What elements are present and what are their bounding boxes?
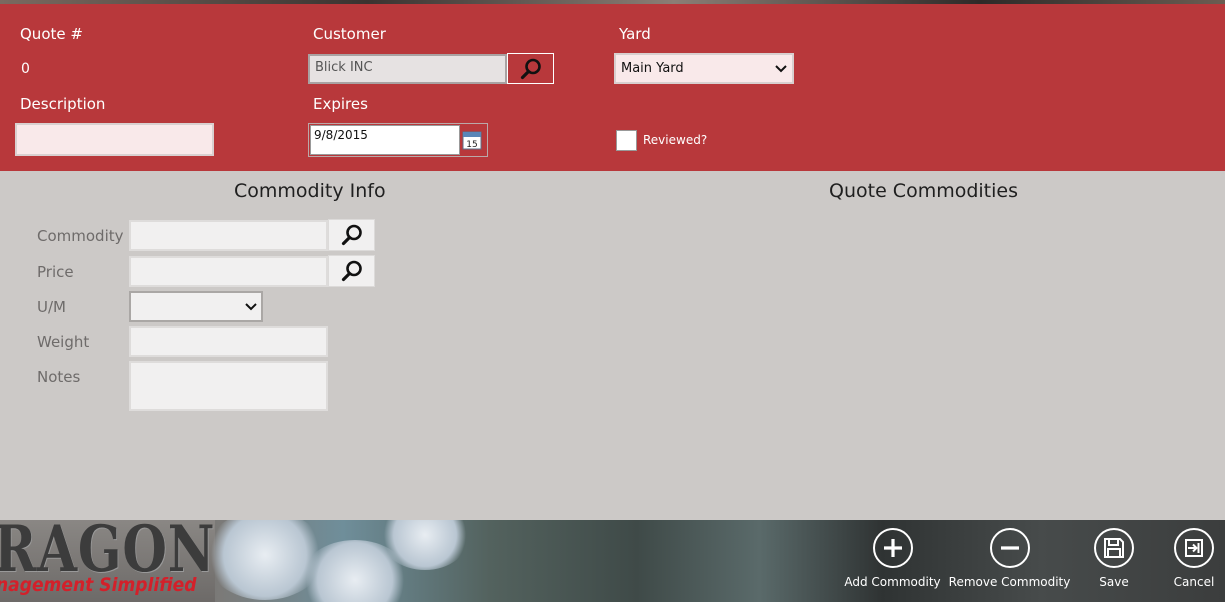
search-icon xyxy=(341,224,362,246)
remove-commodity-button[interactable]: Remove Commodity xyxy=(949,528,1070,589)
quote-number-value: 0 xyxy=(21,61,30,77)
remove-commodity-label: Remove Commodity xyxy=(948,575,1071,589)
exit-icon xyxy=(1174,528,1214,568)
yard-select[interactable]: Main Yard xyxy=(614,53,794,84)
minus-circle-icon xyxy=(989,528,1030,568)
yard-label: Yard xyxy=(619,25,651,43)
customer-search-button[interactable] xyxy=(507,53,554,84)
description-label: Description xyxy=(20,95,106,113)
calendar-button[interactable]: 15 xyxy=(461,128,483,152)
notes-label: Notes xyxy=(37,368,81,386)
price-input[interactable] xyxy=(129,256,328,287)
quote-commodities-list[interactable] xyxy=(620,210,1220,510)
chevron-down-icon xyxy=(245,302,257,310)
quote-number-label: Quote # xyxy=(20,25,83,43)
um-label: U/M xyxy=(37,298,66,316)
reviewed-label: Reviewed? xyxy=(643,133,708,147)
cancel-label: Cancel xyxy=(1173,575,1215,589)
expires-date-input[interactable]: 9/8/2015 xyxy=(310,125,460,155)
quote-commodities-title: Quote Commodities xyxy=(829,180,1018,202)
price-label: Price xyxy=(37,263,74,281)
search-icon xyxy=(520,58,541,79)
reviewed-checkbox[interactable] xyxy=(616,130,637,151)
description-input[interactable] xyxy=(15,123,214,156)
commodity-label: Commodity xyxy=(37,227,124,245)
weight-input[interactable] xyxy=(129,326,328,357)
save-icon xyxy=(1094,528,1134,568)
app-bar: RAGON nagement Simplified Add Commodity … xyxy=(0,520,1225,602)
save-label: Save xyxy=(1099,575,1129,589)
commodity-input[interactable] xyxy=(129,220,328,251)
notes-textarea[interactable] xyxy=(129,361,328,411)
price-search-button[interactable] xyxy=(328,255,375,287)
calendar-icon: 15 xyxy=(462,131,482,150)
add-commodity-label: Add Commodity xyxy=(844,575,941,589)
um-select[interactable] xyxy=(129,291,263,322)
brand-tagline: nagement Simplified xyxy=(0,574,197,596)
yard-select-value: Main Yard xyxy=(621,61,684,76)
quote-header: Quote # 0 Description Customer Blick INC… xyxy=(0,4,1225,171)
add-commodity-button[interactable]: Add Commodity xyxy=(844,528,941,589)
cancel-button[interactable]: Cancel xyxy=(1169,528,1219,589)
commodity-search-button[interactable] xyxy=(328,219,375,251)
expires-label: Expires xyxy=(313,95,368,113)
weight-label: Weight xyxy=(37,333,90,351)
customer-label: Customer xyxy=(313,25,386,43)
plus-circle-icon xyxy=(872,528,913,568)
chevron-down-icon xyxy=(775,64,787,72)
customer-input[interactable]: Blick INC xyxy=(308,54,507,84)
search-icon xyxy=(341,260,362,282)
svg-text:15: 15 xyxy=(466,140,477,150)
save-button[interactable]: Save xyxy=(1089,528,1139,589)
commodity-info-title: Commodity Info xyxy=(234,180,386,202)
